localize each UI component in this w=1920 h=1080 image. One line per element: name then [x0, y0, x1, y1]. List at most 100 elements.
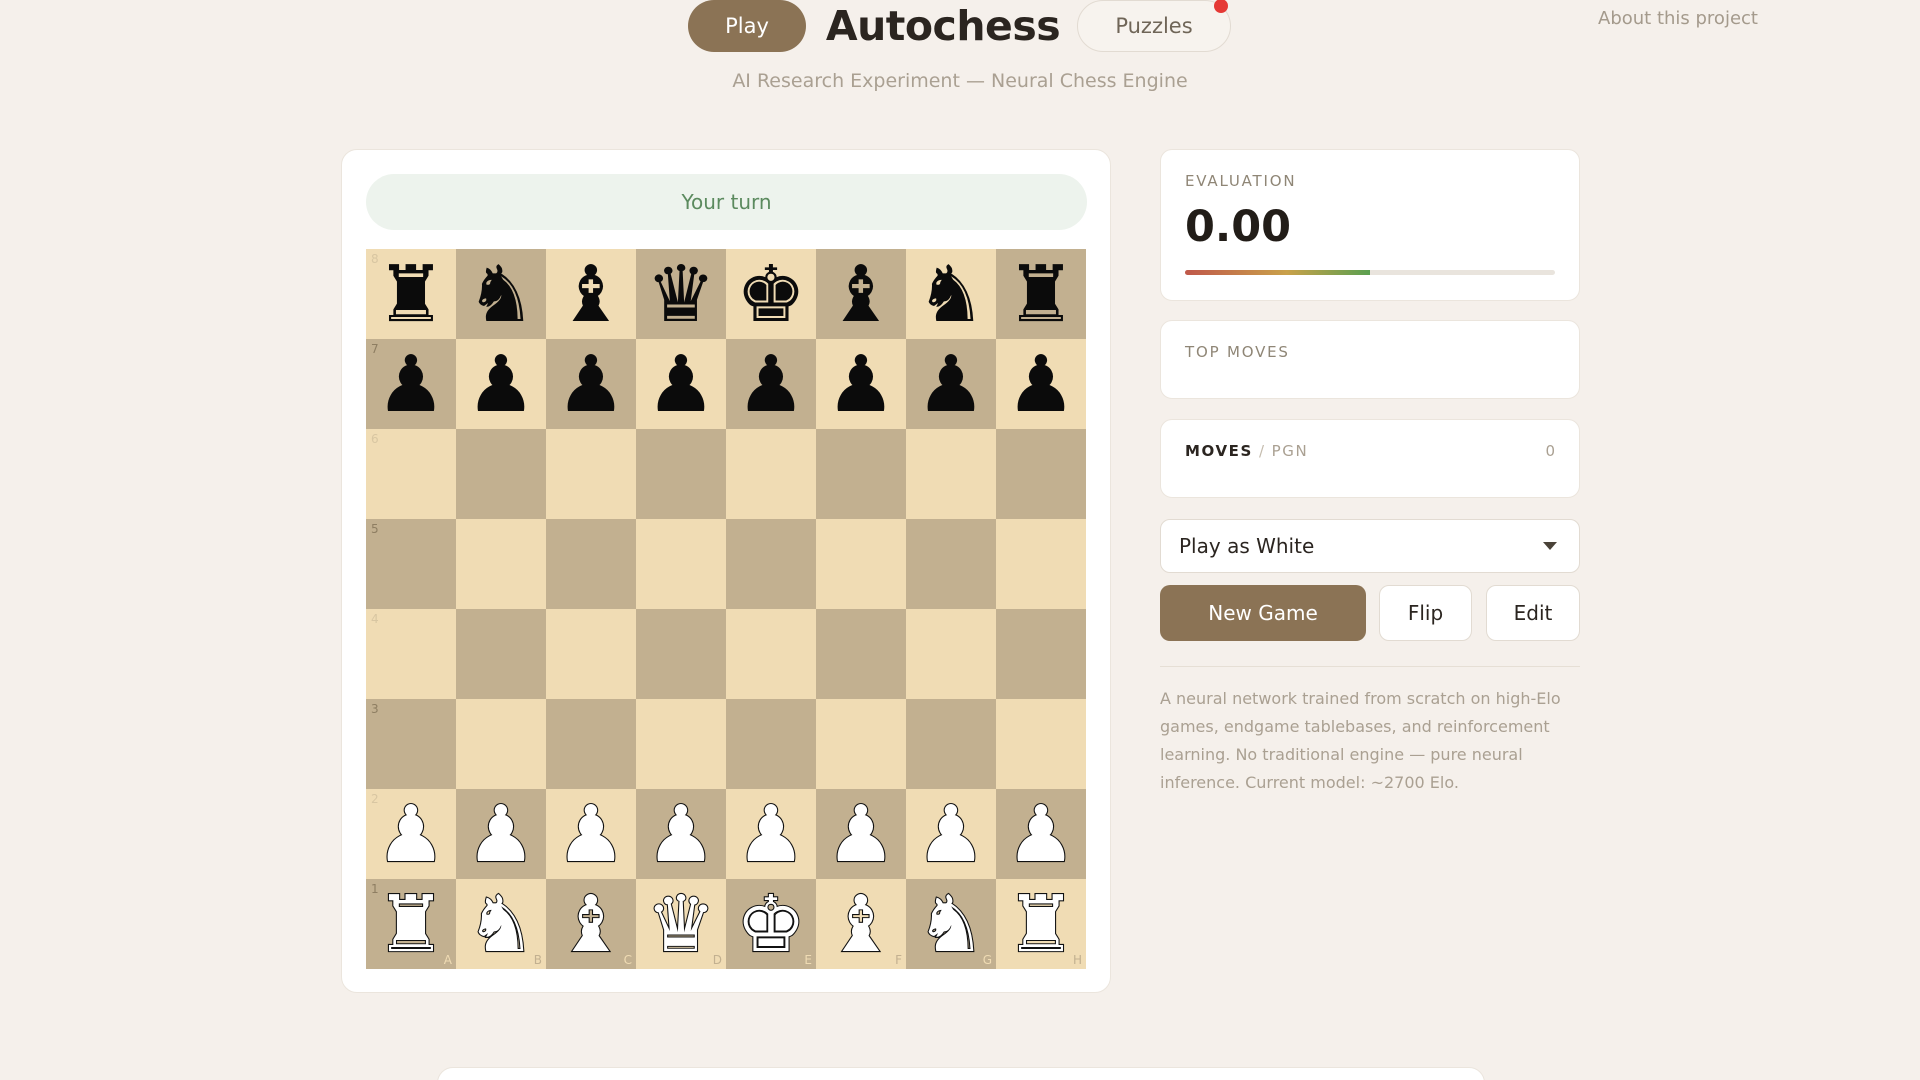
square-d8[interactable]: ♛	[636, 249, 726, 339]
square-h2[interactable]: ♟	[996, 789, 1086, 879]
square-b5[interactable]	[456, 519, 546, 609]
black-pawn-icon[interactable]: ♟	[466, 346, 536, 424]
square-b2[interactable]: ♟	[456, 789, 546, 879]
square-e4[interactable]	[726, 609, 816, 699]
square-a6[interactable]: 6	[366, 429, 456, 519]
white-pawn-icon[interactable]: ♟	[1005, 795, 1077, 875]
square-e6[interactable]	[726, 429, 816, 519]
chess-board[interactable]: 8 ♜ ♞ ♝ ♛ ♚ ♝ ♞ ♜ 7 ♟ ♟ ♟ ♟ ♟ ♟ ♟ ♟ 6 5 4 3 2 ♟ ♟ ♟ ♟ ♟ ♟ ♟ ♟ 1 A ♜ B ♞ C ♝ D ♛…	[366, 249, 1086, 969]
new-game-button[interactable]: New Game	[1160, 585, 1366, 641]
play-side-select[interactable]: Play as White	[1160, 519, 1580, 573]
square-g8[interactable]: ♞	[906, 249, 996, 339]
black-pawn-icon[interactable]: ♟	[736, 346, 806, 424]
square-d7[interactable]: ♟	[636, 339, 726, 429]
square-e8[interactable]: ♚	[726, 249, 816, 339]
white-queen-icon[interactable]: ♛	[645, 885, 717, 965]
white-rook-icon[interactable]: ♜	[375, 885, 447, 965]
square-h7[interactable]: ♟	[996, 339, 1086, 429]
black-pawn-icon[interactable]: ♟	[916, 346, 986, 424]
square-g7[interactable]: ♟	[906, 339, 996, 429]
square-b1[interactable]: B ♞	[456, 879, 546, 969]
square-c8[interactable]: ♝	[546, 249, 636, 339]
white-king-icon[interactable]: ♚	[735, 885, 807, 965]
square-e3[interactable]	[726, 699, 816, 789]
square-f1[interactable]: F ♝	[816, 879, 906, 969]
white-pawn-icon[interactable]: ♟	[915, 795, 987, 875]
white-pawn-icon[interactable]: ♟	[375, 795, 447, 875]
square-c4[interactable]	[546, 609, 636, 699]
black-queen-icon[interactable]: ♛	[646, 256, 716, 334]
square-d6[interactable]	[636, 429, 726, 519]
white-rook-icon[interactable]: ♜	[1005, 885, 1077, 965]
white-bishop-icon[interactable]: ♝	[825, 885, 897, 965]
square-h1[interactable]: H ♜	[996, 879, 1086, 969]
square-c1[interactable]: C ♝	[546, 879, 636, 969]
play-tab-button[interactable]: Play	[688, 0, 806, 52]
square-c2[interactable]: ♟	[546, 789, 636, 879]
square-g2[interactable]: ♟	[906, 789, 996, 879]
square-f2[interactable]: ♟	[816, 789, 906, 879]
square-g6[interactable]	[906, 429, 996, 519]
square-h3[interactable]	[996, 699, 1086, 789]
black-king-icon[interactable]: ♚	[736, 256, 806, 334]
square-d2[interactable]: ♟	[636, 789, 726, 879]
black-bishop-icon[interactable]: ♝	[826, 256, 896, 334]
square-a1[interactable]: 1 A ♜	[366, 879, 456, 969]
square-b8[interactable]: ♞	[456, 249, 546, 339]
white-pawn-icon[interactable]: ♟	[735, 795, 807, 875]
square-b3[interactable]	[456, 699, 546, 789]
about-project-link[interactable]: About this project	[1598, 8, 1758, 34]
moves-tab[interactable]: MOVES	[1185, 442, 1253, 460]
square-e5[interactable]	[726, 519, 816, 609]
black-knight-icon[interactable]: ♞	[466, 256, 536, 334]
edit-board-button[interactable]: Edit	[1486, 585, 1580, 641]
white-pawn-icon[interactable]: ♟	[645, 795, 717, 875]
square-c3[interactable]	[546, 699, 636, 789]
puzzles-tab-button[interactable]: Puzzles	[1077, 0, 1231, 52]
square-g3[interactable]	[906, 699, 996, 789]
square-f3[interactable]	[816, 699, 906, 789]
square-f4[interactable]	[816, 609, 906, 699]
black-pawn-icon[interactable]: ♟	[826, 346, 896, 424]
square-g4[interactable]	[906, 609, 996, 699]
black-rook-icon[interactable]: ♜	[1006, 256, 1076, 334]
square-c5[interactable]	[546, 519, 636, 609]
square-a8[interactable]: 8 ♜	[366, 249, 456, 339]
pgn-tab[interactable]: PGN	[1272, 442, 1309, 460]
square-a3[interactable]: 3	[366, 699, 456, 789]
square-a5[interactable]: 5	[366, 519, 456, 609]
square-a2[interactable]: 2 ♟	[366, 789, 456, 879]
white-knight-icon[interactable]: ♞	[465, 885, 537, 965]
square-b4[interactable]	[456, 609, 546, 699]
square-a4[interactable]: 4	[366, 609, 456, 699]
white-pawn-icon[interactable]: ♟	[465, 795, 537, 875]
white-pawn-icon[interactable]: ♟	[555, 795, 627, 875]
black-pawn-icon[interactable]: ♟	[556, 346, 626, 424]
square-g1[interactable]: G ♞	[906, 879, 996, 969]
white-bishop-icon[interactable]: ♝	[555, 885, 627, 965]
black-rook-icon[interactable]: ♜	[376, 256, 446, 334]
square-d5[interactable]	[636, 519, 726, 609]
square-e2[interactable]: ♟	[726, 789, 816, 879]
square-h6[interactable]	[996, 429, 1086, 519]
white-pawn-icon[interactable]: ♟	[825, 795, 897, 875]
square-d3[interactable]	[636, 699, 726, 789]
square-b6[interactable]	[456, 429, 546, 519]
black-bishop-icon[interactable]: ♝	[556, 256, 626, 334]
square-c6[interactable]	[546, 429, 636, 519]
square-d4[interactable]	[636, 609, 726, 699]
square-a7[interactable]: 7 ♟	[366, 339, 456, 429]
black-pawn-icon[interactable]: ♟	[1006, 346, 1076, 424]
square-g5[interactable]	[906, 519, 996, 609]
square-c7[interactable]: ♟	[546, 339, 636, 429]
square-e7[interactable]: ♟	[726, 339, 816, 429]
square-f7[interactable]: ♟	[816, 339, 906, 429]
black-pawn-icon[interactable]: ♟	[376, 346, 446, 424]
square-f6[interactable]	[816, 429, 906, 519]
black-pawn-icon[interactable]: ♟	[646, 346, 716, 424]
flip-board-button[interactable]: Flip	[1379, 585, 1472, 641]
white-knight-icon[interactable]: ♞	[915, 885, 987, 965]
black-knight-icon[interactable]: ♞	[916, 256, 986, 334]
square-e1[interactable]: E ♚	[726, 879, 816, 969]
square-h8[interactable]: ♜	[996, 249, 1086, 339]
